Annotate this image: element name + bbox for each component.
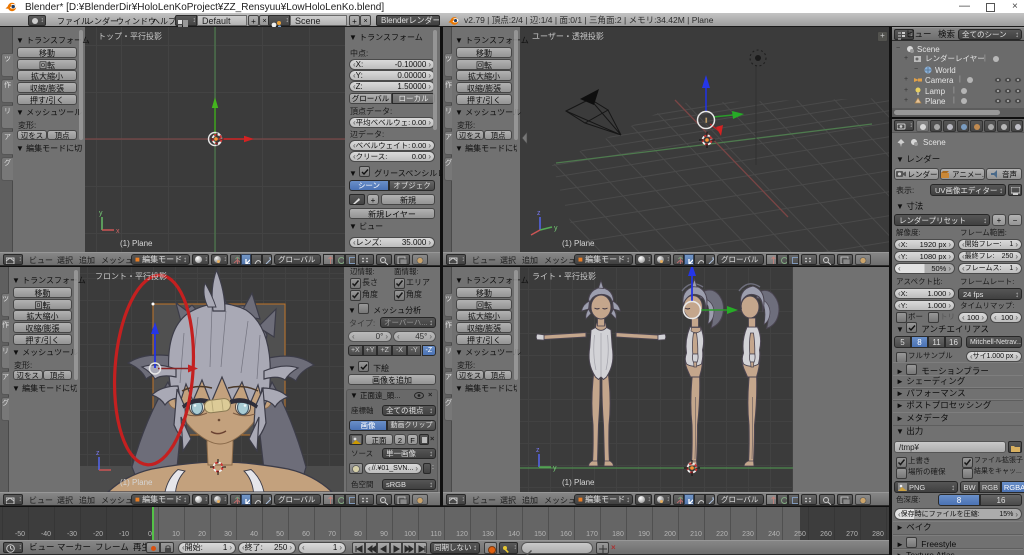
svg-text:z: z	[536, 447, 540, 454]
svg-text:y: y	[554, 225, 558, 232]
svg-text:y: y	[553, 465, 557, 472]
svg-text:z: z	[537, 210, 541, 217]
svg-text:x: x	[116, 228, 120, 235]
svg-text:z: z	[96, 450, 100, 457]
svg-text:y: y	[99, 210, 103, 217]
